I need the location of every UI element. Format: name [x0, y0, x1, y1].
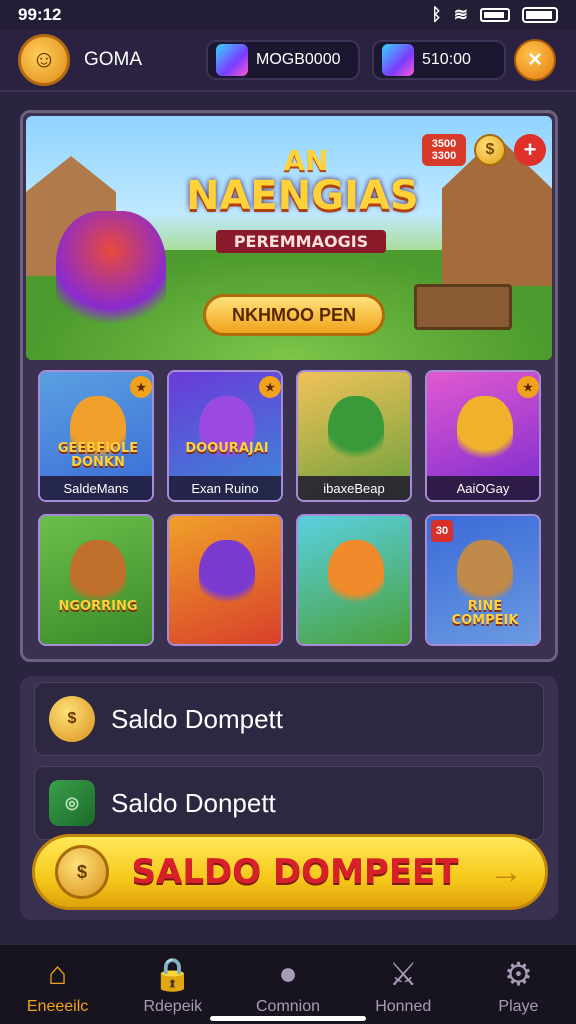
- game-character: [457, 396, 513, 466]
- nav-item-gear[interactable]: ⚙ Playe: [461, 945, 576, 1024]
- promo-banner[interactable]: AN NAENGIAS PEREMMAOGIS NKHMOO PEN 3500 …: [26, 116, 552, 360]
- wallet-row[interactable]: ◎ Saldo Donpett: [34, 766, 544, 840]
- game-card[interactable]: RINE COMPEIK 30: [425, 514, 541, 646]
- bottom-nav: ⌂ Eneeeilc 🔒 Rdepeik ● Comnion ⚔ Honned ⚙ Playe: [0, 944, 576, 1024]
- game-corner-badge: ★: [259, 376, 281, 398]
- status-time: 99:12: [18, 5, 62, 24]
- status-icons: ᛒ ≋: [432, 5, 558, 25]
- nav-item-mask[interactable]: ● Comnion: [230, 945, 345, 1024]
- game-card[interactable]: GEEBFIOLE DONKN ★ SaldeMans: [38, 370, 154, 502]
- coin-icon: $: [474, 134, 506, 166]
- game-card[interactable]: ★ AaiOGay: [425, 370, 541, 502]
- game-corner-badge: ★: [517, 376, 539, 398]
- wifi-icon: ≋: [453, 5, 468, 24]
- top-header: ☺ GOMA MOGB0000 510:00 ×: [0, 30, 576, 92]
- username: GOMA: [84, 49, 143, 70]
- close-button[interactable]: ×: [514, 39, 556, 81]
- cash-icon: ◎: [49, 780, 95, 826]
- game-grid: GEEBFIOLE DONKN ★ SaldeMans DOOURAJAI ★ Exan …: [38, 370, 542, 646]
- nav-label: Rdepeik: [143, 997, 203, 1015]
- game-art-text: DOOURAJAI: [185, 441, 269, 456]
- game-label: SaldeMans: [40, 476, 152, 500]
- coin-icon: $: [49, 696, 95, 742]
- wallet-button-label: SALDO DOMPEET: [131, 852, 459, 892]
- currency-coins[interactable]: 510:00: [372, 40, 506, 80]
- game-card[interactable]: NGORRING: [38, 514, 154, 646]
- wallet-balance-button[interactable]: $ SALDO DOMPEET →: [32, 834, 548, 910]
- banner-cta-button[interactable]: NKHMOO PEN: [203, 294, 385, 336]
- bluetooth-icon: ᛒ: [431, 5, 442, 24]
- sword-icon: ⚔: [388, 955, 418, 992]
- game-label: ibaxeBeap: [298, 476, 410, 500]
- status-bar: 99:12 ᛒ ≋: [0, 0, 576, 30]
- wallet-row-label: Saldo Dompett: [111, 703, 283, 734]
- wallet-row[interactable]: $ Saldo Dompett: [34, 682, 544, 756]
- treasure-chest: [414, 284, 512, 330]
- game-card[interactable]: [296, 514, 412, 646]
- nav-label: Comnion: [255, 997, 321, 1015]
- game-character: [328, 396, 384, 466]
- gem-icon: [216, 44, 248, 76]
- game-label: AaiOGay: [427, 476, 539, 500]
- home-indicator[interactable]: [210, 1016, 366, 1021]
- game-corner-badge: ★: [130, 376, 152, 398]
- game-panel: AN NAENGIAS PEREMMAOGIS NKHMOO PEN 3500 …: [20, 110, 558, 662]
- add-button[interactable]: +: [514, 134, 546, 166]
- hero-character: [56, 211, 166, 341]
- nav-item-lock[interactable]: 🔒 Rdepeik: [115, 945, 230, 1024]
- lock-icon: 🔒: [152, 955, 193, 992]
- wallet-section: $ Saldo Dompett ◎ Saldo Donpett $ SALDO …: [20, 676, 558, 920]
- wallet-row-label: Saldo Donpett: [111, 787, 276, 818]
- game-character: [199, 540, 255, 610]
- nav-label: Eneeeilc: [26, 997, 89, 1015]
- banner-badge: 3500 3300: [422, 134, 466, 166]
- battery-icon: [522, 7, 558, 23]
- game-card[interactable]: [167, 514, 283, 646]
- banner-title: NAENGIAS: [186, 173, 419, 219]
- game-label: Exan Ruino: [169, 476, 281, 500]
- chest-icon: [382, 44, 414, 76]
- currency-gems-value: MOGB0000: [256, 51, 341, 68]
- game-art-text: NGORRING: [58, 599, 138, 614]
- coins-icon: $: [55, 845, 109, 899]
- home-icon: ⌂: [47, 955, 68, 991]
- nav-label: Playe: [498, 997, 539, 1015]
- game-corner-badge: 30: [431, 520, 453, 542]
- avatar[interactable]: ☺: [18, 34, 70, 86]
- nav-item-home[interactable]: ⌂ Eneeeilc: [0, 945, 115, 1024]
- battery-icon: [480, 8, 510, 22]
- game-art-text: GEEBFIOLE DONKN: [57, 441, 139, 470]
- currency-gems[interactable]: MOGB0000: [206, 40, 360, 80]
- gear-icon: ⚙: [504, 955, 533, 992]
- arrow-right-icon: →: [489, 852, 523, 891]
- game-art-text: RINE COMPEIK: [451, 599, 519, 628]
- mask-icon: ●: [278, 955, 298, 991]
- currency-coins-value: 510:00: [422, 51, 471, 68]
- nav-label: Honned: [375, 997, 432, 1015]
- game-card[interactable]: ibaxeBeap: [296, 370, 412, 502]
- banner-subtitle: PEREMMAOGIS: [216, 230, 386, 253]
- game-card[interactable]: DOOURAJAI ★ Exan Ruino: [167, 370, 283, 502]
- nav-item-sword[interactable]: ⚔ Honned: [346, 945, 461, 1024]
- game-character: [328, 540, 384, 610]
